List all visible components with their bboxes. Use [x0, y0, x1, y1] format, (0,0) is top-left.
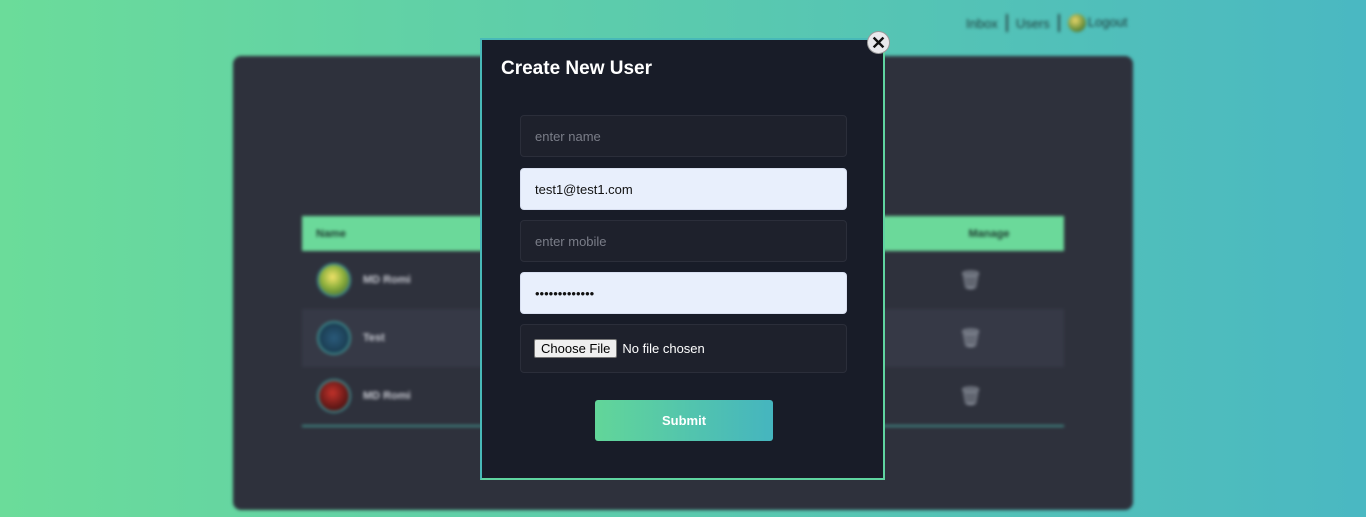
user-name: MD Romi: [363, 274, 411, 286]
create-user-modal: Create New User Choose File No file chos…: [480, 38, 885, 480]
trash-icon[interactable]: 🗑: [959, 270, 982, 291]
mobile-input[interactable]: [520, 220, 847, 262]
file-status-text: No file chosen: [622, 341, 705, 356]
modal-title: Create New User: [501, 58, 653, 79]
trash-icon[interactable]: 🗑: [959, 386, 982, 407]
password-input[interactable]: [520, 272, 847, 314]
avatar-icon: [317, 263, 351, 297]
avatar-file-field: Choose File No file chosen: [520, 324, 847, 373]
name-input[interactable]: [520, 115, 847, 157]
user-avatar-icon: [1067, 14, 1086, 32]
submit-button[interactable]: Submit: [595, 400, 773, 441]
header-manage: Manage: [968, 227, 1010, 240]
nav-logout-label: Logout: [1087, 14, 1128, 30]
nav-logout-link[interactable]: Logout: [1060, 14, 1136, 32]
nav-users-link[interactable]: Users: [1008, 16, 1058, 31]
user-name: Test: [363, 332, 385, 344]
nav-inbox-link[interactable]: Inbox: [958, 16, 1006, 31]
avatar-icon: [317, 379, 351, 413]
user-name: MD Romi: [363, 390, 411, 402]
avatar-icon: [317, 321, 351, 355]
top-navigation: Inbox Users Logout: [958, 14, 1136, 32]
email-input[interactable]: [520, 168, 847, 210]
close-icon[interactable]: ✕: [867, 31, 890, 54]
choose-file-button[interactable]: Choose File: [534, 339, 618, 358]
trash-icon[interactable]: 🗑: [959, 328, 982, 349]
